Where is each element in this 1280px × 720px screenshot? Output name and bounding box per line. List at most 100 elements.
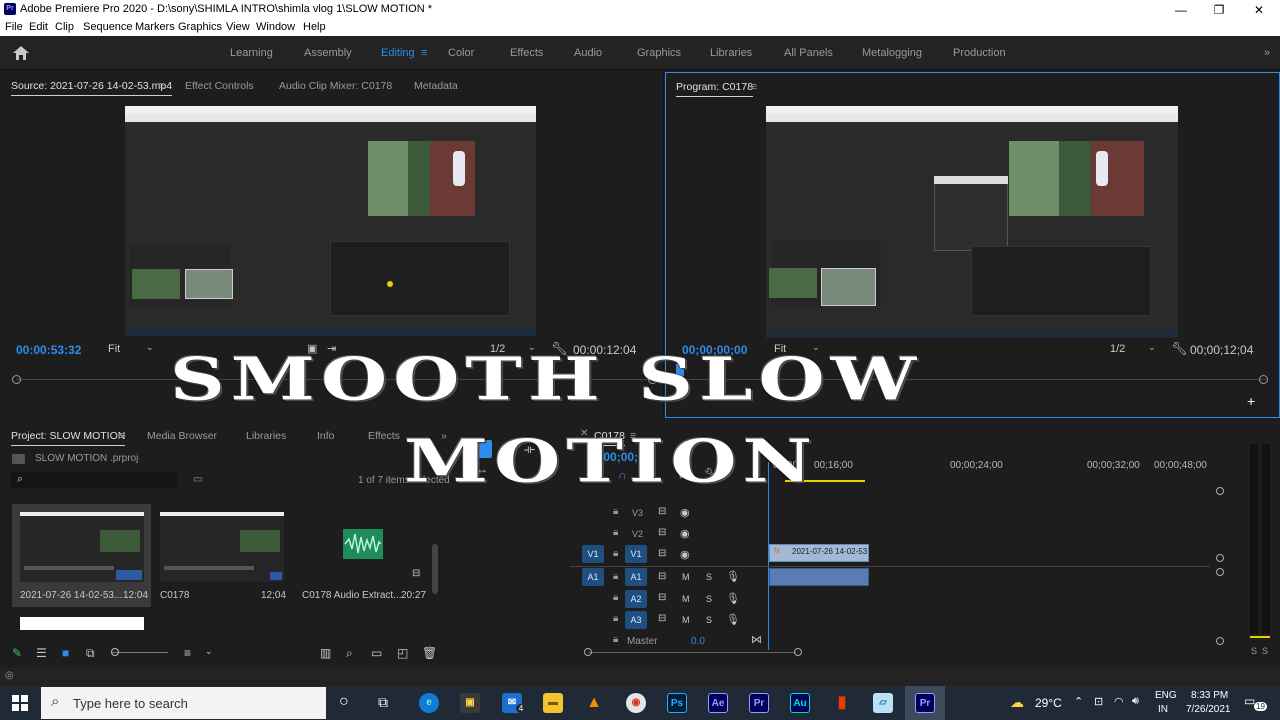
task-view-icon[interactable]: ⧉ — [378, 694, 388, 711]
menu-graphics[interactable]: Graphics — [178, 21, 222, 33]
workspace-audio[interactable]: Audio — [574, 47, 602, 59]
v-scroll-handle[interactable] — [1216, 487, 1224, 495]
source-patch-v1[interactable]: V1 — [582, 545, 604, 563]
mute-button[interactable]: M — [682, 572, 690, 582]
project-scrollbar[interactable] — [432, 544, 438, 594]
taskbar-search-input[interactable]: ⌕ Type here to search — [41, 687, 326, 719]
maximize-button[interactable]: ❐ — [1204, 2, 1234, 18]
office-icon[interactable]: ▮ — [832, 693, 852, 713]
vlc-icon[interactable]: ▲ — [584, 693, 604, 713]
mute-button[interactable]: M — [682, 615, 690, 625]
workspace-production[interactable]: Production — [953, 47, 1006, 59]
find-icon[interactable]: ⌕ — [346, 646, 353, 661]
bow-tie-icon[interactable]: ⋈ — [751, 633, 762, 646]
track-target-v1[interactable]: V1 — [625, 545, 647, 563]
tray-chevron-icon[interactable]: ⌃ — [1074, 695, 1083, 708]
workspace-learning[interactable]: Learning — [230, 47, 273, 59]
new-item-icon[interactable]: ◰ — [397, 646, 408, 660]
tab-project[interactable]: Project: SLOW MOTION — [11, 430, 126, 446]
zoom-slider[interactable] — [112, 652, 168, 653]
premiere-active-icon[interactable]: Pr — [915, 693, 935, 713]
source-timecode[interactable]: 00:00:53:32 — [16, 343, 81, 357]
video-clip[interactable]: fx 2021-07-26 14-02-53 — [769, 544, 869, 562]
workspace-editing[interactable]: Editing — [381, 47, 415, 59]
solo-button[interactable]: S — [706, 615, 712, 625]
clock-time[interactable]: 8:33 PM — [1191, 690, 1228, 701]
menu-edit[interactable]: Edit — [29, 21, 48, 33]
sync-lock-icon[interactable]: ⊟ — [658, 527, 666, 538]
pencil-icon[interactable]: ✎ — [12, 646, 22, 660]
tab-menu-icon[interactable]: ≡ — [158, 80, 164, 92]
list-view-icon[interactable]: ☰ — [36, 646, 47, 660]
menu-view[interactable]: View — [226, 21, 250, 33]
source-fit-select[interactable]: Fit — [108, 343, 120, 355]
tab-audio-clip-mixer[interactable]: Audio Clip Mixer: C0178 — [279, 80, 392, 92]
sort-icon[interactable]: ≡ — [184, 646, 191, 660]
edge-icon[interactable]: e — [419, 693, 439, 713]
workspace-color[interactable]: Color — [448, 47, 474, 59]
tab-info[interactable]: Info — [317, 430, 335, 442]
lock-icon[interactable]: 🔒︎ — [613, 548, 618, 559]
h-scroll-left-handle[interactable] — [584, 648, 592, 656]
rename-field[interactable] — [20, 617, 144, 630]
audition-icon[interactable]: Au — [790, 693, 810, 713]
menu-window[interactable]: Window — [256, 21, 295, 33]
after-effects-icon[interactable]: Ae — [708, 693, 728, 713]
volume-icon[interactable]: 🔊︎ — [1132, 695, 1139, 708]
cortana-icon[interactable]: ○ — [339, 693, 349, 711]
windows-start-icon[interactable] — [12, 695, 28, 711]
chevron-down-icon[interactable]: ⌄ — [1148, 342, 1156, 353]
sync-lock-icon[interactable]: ⊟ — [658, 506, 666, 517]
menu-sequence[interactable]: Sequence — [83, 21, 133, 33]
trash-icon[interactable]: 🗑︎ — [422, 646, 437, 660]
workspace-menu-icon[interactable]: ≡ — [421, 47, 427, 59]
tab-menu-icon[interactable]: ≡ — [118, 430, 124, 442]
a-scroll-handle[interactable] — [1216, 568, 1224, 576]
lock-icon[interactable]: 🔒︎ — [613, 571, 618, 582]
zoom-slider-handle[interactable] — [111, 648, 119, 656]
tab-menu-icon[interactable]: ≡ — [751, 81, 757, 93]
track-target-a2[interactable]: A2 — [625, 590, 647, 608]
a-scroll-handle[interactable] — [1216, 637, 1224, 645]
store-icon[interactable]: ▣ — [460, 693, 480, 713]
workspace-all-panels[interactable]: All Panels — [784, 47, 833, 59]
solo-left-button[interactable]: S — [1251, 646, 1257, 656]
clock-date[interactable]: 7/26/2021 — [1186, 704, 1231, 715]
solo-button[interactable]: S — [706, 572, 712, 582]
premiere-icon[interactable]: Pr — [749, 693, 769, 713]
tab-effects[interactable]: Effects — [368, 430, 400, 442]
eye-icon[interactable]: ◉ — [680, 506, 690, 519]
chevron-down-icon[interactable]: ⌄ — [146, 342, 154, 353]
tab-libraries[interactable]: Libraries — [246, 430, 286, 442]
new-bin-icon[interactable]: ▭ — [371, 646, 382, 660]
wrench-icon[interactable]: 🔧︎ — [1171, 341, 1188, 357]
workspace-libraries[interactable]: Libraries — [710, 47, 752, 59]
microphone-icon[interactable]: 🎙︎ — [726, 613, 740, 626]
menu-help[interactable]: Help — [303, 21, 326, 33]
lock-icon[interactable]: 🔒︎ — [613, 634, 618, 645]
new-bin-search-icon[interactable]: ▭ — [193, 474, 202, 485]
tab-effect-controls[interactable]: Effect Controls — [185, 80, 254, 92]
workspace-assembly[interactable]: Assembly — [304, 47, 352, 59]
sync-lock-icon[interactable]: ⊟ — [658, 571, 666, 582]
menu-file[interactable]: File — [5, 21, 23, 33]
solo-button[interactable]: S — [706, 594, 712, 604]
network-icon[interactable]: ⊡ — [1094, 695, 1103, 708]
notes-icon[interactable]: ▱ — [873, 693, 893, 713]
file-explorer-icon[interactable]: ▬ — [543, 693, 563, 713]
wifi-icon[interactable]: ◠ — [1114, 695, 1124, 708]
track-target-a1[interactable]: A1 — [625, 568, 647, 586]
master-volume[interactable]: 0.0 — [691, 636, 705, 647]
menu-markers[interactable]: Markers — [135, 21, 175, 33]
eye-icon[interactable]: ◉ — [680, 527, 690, 540]
project-item[interactable]: C0178 12;04 — [160, 504, 290, 607]
language-region[interactable]: IN — [1158, 704, 1168, 715]
weather-icon[interactable]: ☁ — [1010, 694, 1024, 711]
track-target-a3[interactable]: A3 — [625, 611, 647, 629]
add-button-icon[interactable]: + — [1247, 393, 1255, 409]
project-item-selected[interactable]: 2021-07-26 14-02-53... 12:04 — [12, 504, 151, 607]
project-search-input[interactable]: ⌕ — [11, 472, 177, 488]
tab-source[interactable]: Source: 2021-07-26 14-02-53.mp4 — [11, 80, 173, 96]
menu-clip[interactable]: Clip — [55, 21, 74, 33]
tab-media-browser[interactable]: Media Browser — [147, 430, 217, 442]
